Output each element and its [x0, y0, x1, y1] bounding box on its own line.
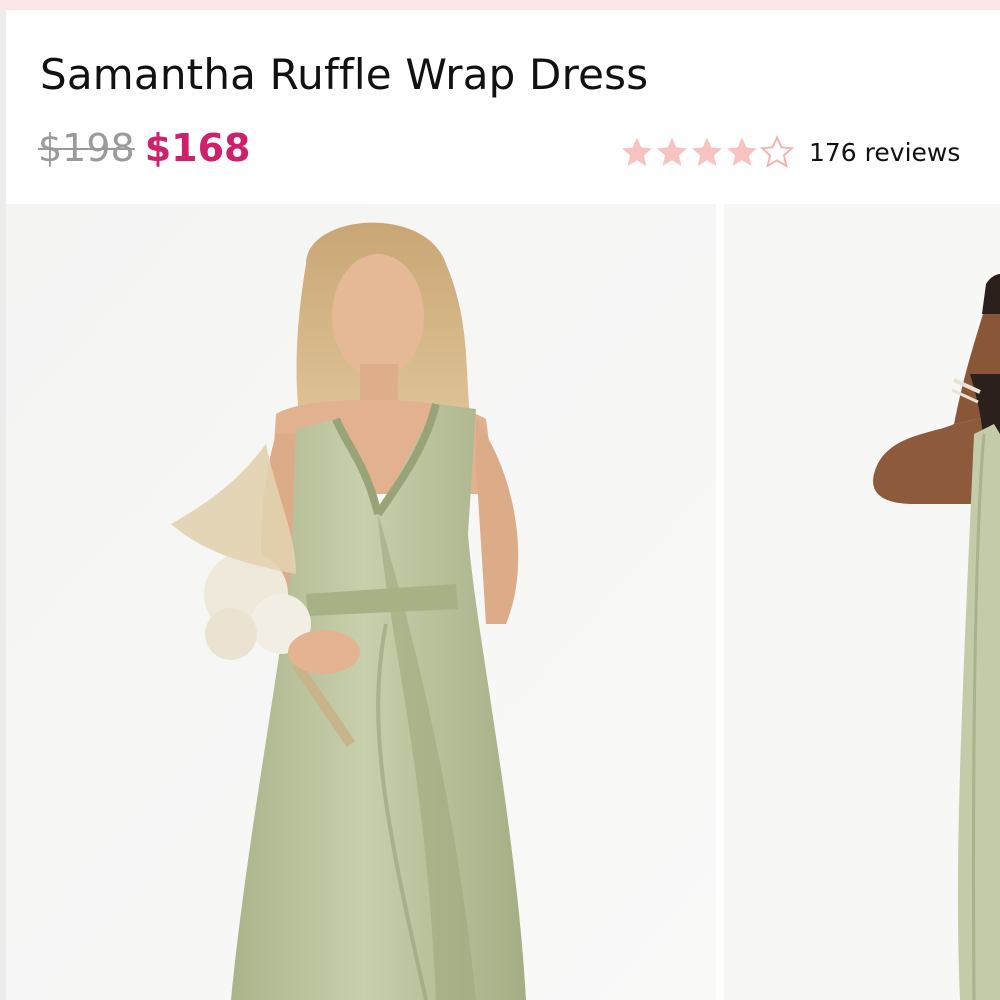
star-icon [760, 135, 794, 168]
product-gallery[interactable] [6, 204, 1000, 1000]
product-photo-icon [724, 204, 1000, 1000]
star-icon [622, 137, 652, 166]
product-photo-icon [6, 204, 716, 1000]
review-count-link[interactable]: 176 reviews [809, 138, 960, 167]
price-row: $198 $168 [38, 126, 250, 176]
star-rating [620, 135, 795, 169]
product-title: Samantha Ruffle Wrap Dress [40, 50, 649, 99]
product-image-main[interactable] [6, 204, 716, 1000]
rating-summary[interactable]: 176 reviews [620, 134, 960, 170]
product-image-secondary[interactable] [724, 204, 1000, 1000]
star-icon [692, 137, 722, 166]
original-price: $198 [38, 126, 135, 170]
sale-price: $168 [144, 126, 251, 170]
star-icon [657, 137, 687, 166]
star-icon [727, 137, 757, 166]
header-strip [0, 0, 1000, 10]
